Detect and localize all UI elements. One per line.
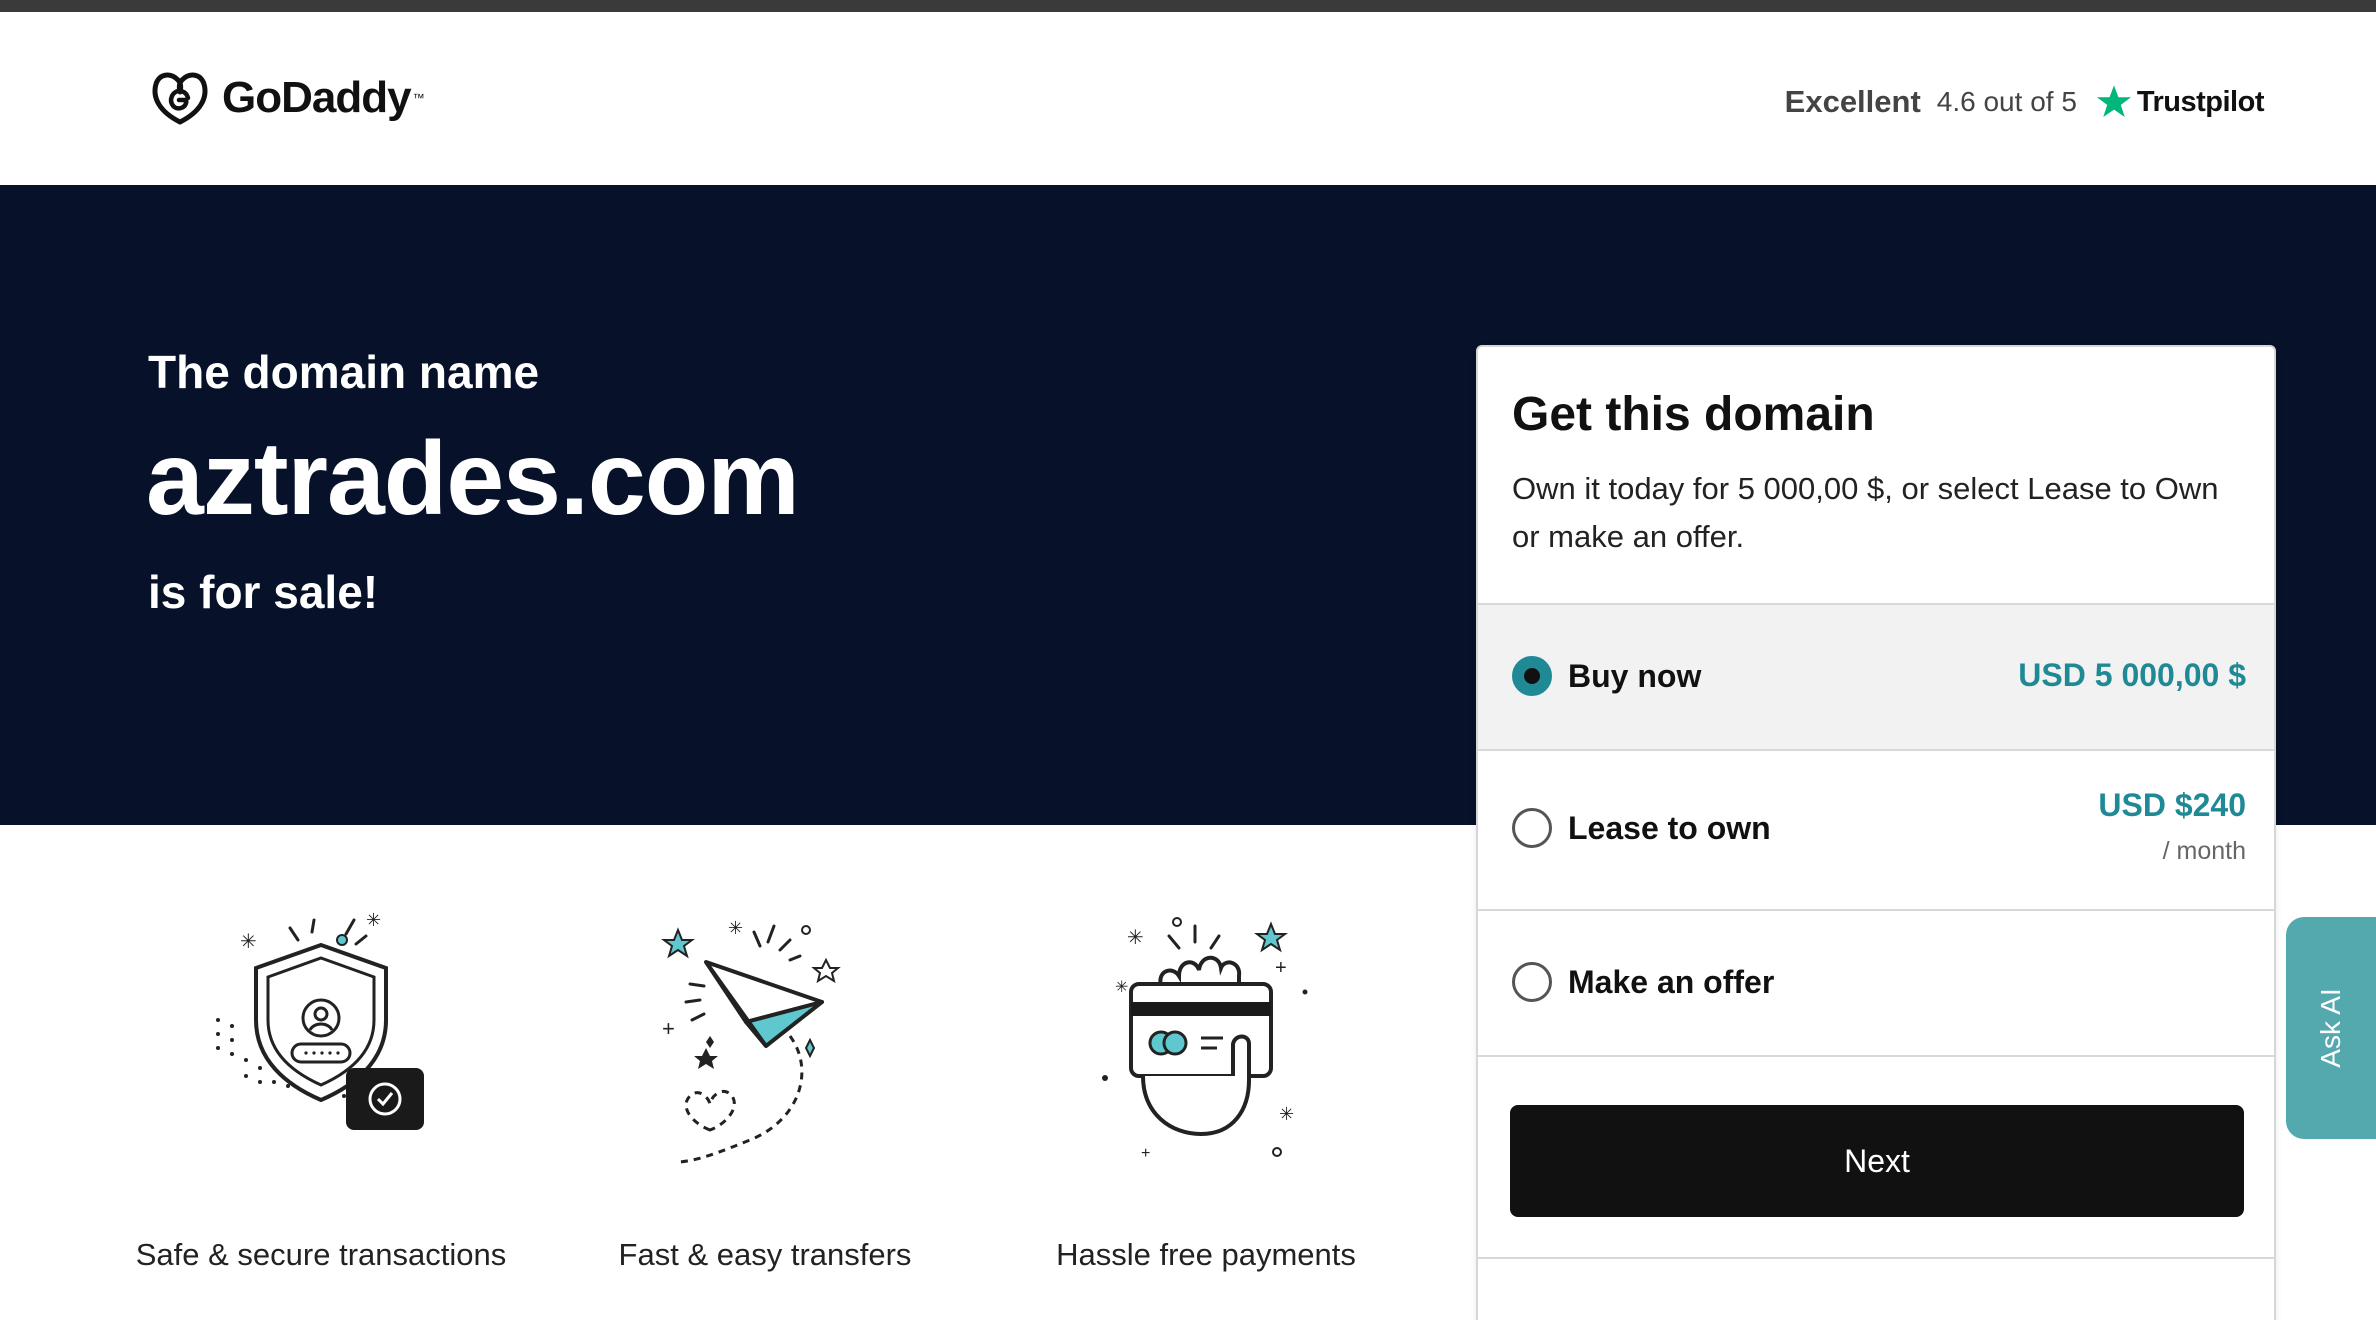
- option-price-unit: / month: [2162, 837, 2246, 865]
- option-buy-now[interactable]: Buy now USD 5 000,00 $: [1478, 603, 2274, 749]
- godaddy-logo[interactable]: GoDaddy ™: [148, 68, 425, 128]
- trustpilot-star-icon: [2096, 85, 2131, 118]
- radio-make-offer[interactable]: [1512, 962, 1552, 1002]
- svg-text:✳: ✳: [366, 910, 381, 930]
- svg-text:✳: ✳: [1115, 979, 1128, 996]
- option-lease-to-own[interactable]: Lease to own USD $240 / month: [1478, 749, 2274, 909]
- next-button[interactable]: Next: [1510, 1105, 2244, 1217]
- ask-ai-tab[interactable]: Ask AI: [2286, 917, 2376, 1139]
- paper-plane-icon: ✳ +: [661, 918, 841, 1164]
- option-price: USD 5 000,00 $: [2018, 657, 2246, 693]
- card-description: Own it today for 5 000,00 $, or select L…: [1512, 471, 2219, 554]
- option-label: Buy now: [1568, 658, 1702, 694]
- option-price: USD $240: [2098, 787, 2246, 823]
- site-header: GoDaddy ™ Excellent 4.6 out of 5 Trustpi…: [0, 12, 2376, 185]
- trademark-mark: ™: [412, 91, 425, 105]
- option-label: Lease to own: [1568, 810, 1771, 846]
- shield-icon: ✳ ✳: [216, 910, 424, 1130]
- svg-text:+: +: [1275, 957, 1287, 979]
- trust-summary: Excellent: [1784, 84, 1921, 119]
- feature-label: Hassle free payments: [1056, 1237, 1356, 1272]
- option-label: Make an offer: [1568, 964, 1775, 1000]
- feature-label: Safe & secure transactions: [135, 1237, 507, 1272]
- option-make-offer[interactable]: Make an offer: [1478, 909, 2274, 1055]
- ask-ai-label: Ask AI: [2315, 988, 2346, 1068]
- logo-wordmark: GoDaddy: [222, 73, 412, 122]
- radio-lease-to-own[interactable]: [1512, 808, 1552, 848]
- godaddy-logo-icon: [152, 72, 208, 125]
- next-section: Next: [1478, 1055, 2274, 1259]
- domain-name: aztrades.com: [146, 421, 800, 537]
- feature-transfers: ✳ + Fast & easy transfers: [545, 825, 985, 1320]
- credit-card-hand-icon: ✳ ✳ ✳ + +: [1102, 917, 1308, 1162]
- radio-buy-now[interactable]: [1512, 656, 1552, 696]
- trustpilot-widget[interactable]: Excellent 4.6 out of 5 Trustpilot: [1784, 80, 2265, 124]
- card-title: Get this domain: [1512, 388, 1875, 441]
- top-strip: [0, 0, 2376, 12]
- trust-rating: 4.6 out of 5: [1936, 86, 2077, 117]
- svg-text:✳: ✳: [1127, 927, 1144, 949]
- purchase-card: Get this domain Own it today for 5 000,0…: [1476, 345, 2276, 1320]
- feature-label: Fast & easy transfers: [618, 1237, 912, 1272]
- feature-secure: ✳ ✳ Safe & secure transactions: [101, 825, 541, 1320]
- svg-text:✳: ✳: [240, 931, 257, 953]
- svg-text:+: +: [662, 1016, 675, 1041]
- svg-text:✳: ✳: [1279, 1104, 1294, 1124]
- trustpilot-brand: Trustpilot: [2136, 85, 2265, 118]
- features-row: ✳ ✳ Safe & secure transactions ✳ + Fast …: [0, 825, 1470, 1320]
- hero-pretitle: The domain name: [148, 346, 540, 398]
- svg-text:✳: ✳: [728, 918, 743, 938]
- svg-text:+: +: [1141, 1145, 1150, 1162]
- hero-subtitle: is for sale!: [148, 566, 379, 618]
- feature-payments: ✳ ✳ ✳ + + Hassle free payments: [986, 825, 1426, 1320]
